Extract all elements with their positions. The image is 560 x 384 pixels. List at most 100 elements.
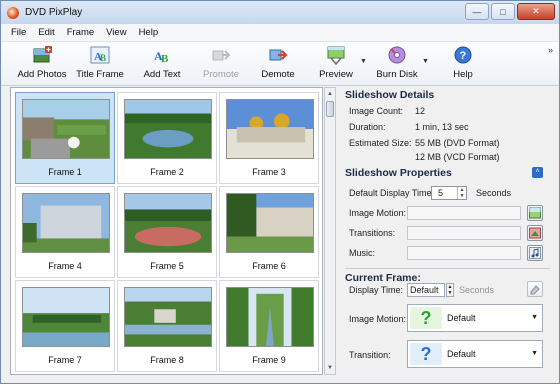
current-image-motion-label: Image Motion:: [349, 314, 407, 324]
frame-tile-3[interactable]: Frame 3: [219, 92, 319, 184]
collapse-icon[interactable]: ˄: [532, 167, 543, 178]
image-count-label: Image Count:: [349, 106, 404, 116]
frame-tile-4[interactable]: Frame 4: [15, 186, 115, 278]
promote-button[interactable]: Promote: [199, 45, 243, 83]
add-photos-button[interactable]: Add Photos: [17, 45, 67, 83]
image-motion-label: Image Motion:: [349, 208, 407, 218]
help-label: Help: [453, 69, 473, 80]
frame-tile-2[interactable]: Frame 2: [117, 92, 217, 184]
preview-dropdown-icon[interactable]: ▼: [360, 58, 367, 65]
current-display-time-spinner-icon[interactable]: ▲ ▼: [446, 283, 454, 297]
frame-label: Frame 3: [252, 167, 286, 177]
disc-icon: [388, 46, 406, 64]
add-text-label: Add Text: [143, 69, 181, 80]
transitions-picker-button[interactable]: [527, 225, 543, 241]
scroll-up-icon[interactable]: ▲: [325, 88, 335, 100]
preview-button[interactable]: Preview: [315, 45, 357, 83]
chevron-down-icon: ▼: [531, 350, 538, 357]
frames-panel: Frame 1 Frame 2 Frame 3 Frame 4 Frame 5 …: [10, 87, 323, 375]
image-motion-field[interactable]: [407, 206, 521, 220]
frame-label: Frame 9: [252, 355, 286, 365]
frame-tile-5[interactable]: Frame 5: [117, 186, 217, 278]
menu-edit[interactable]: Edit: [38, 27, 54, 38]
add-photos-icon: [33, 46, 52, 63]
close-button[interactable]: ✕: [517, 3, 555, 20]
section-divider: [345, 268, 550, 269]
current-display-time-unit: Seconds: [459, 285, 495, 295]
add-photos-label: Add Photos: [17, 69, 67, 80]
duration-value: 1 min, 13 sec: [415, 122, 469, 132]
transitions-label: Transitions:: [349, 228, 396, 238]
frame-label: Frame 5: [150, 261, 184, 271]
scroll-thumb[interactable]: [326, 101, 334, 117]
transition-value: Default: [447, 349, 476, 359]
demote-label: Demote: [261, 69, 295, 80]
menu-file[interactable]: File: [11, 27, 26, 38]
svg-text:B: B: [100, 53, 106, 63]
display-time-spinner[interactable]: 5 ▲ ▼: [431, 186, 467, 200]
music-field[interactable]: [407, 246, 521, 260]
preview-icon: [327, 46, 345, 65]
slideshow-details-title: Slideshow Details: [345, 89, 435, 101]
image-count-value: 12: [415, 106, 426, 116]
transition-dropdown[interactable]: ? Default ▼: [407, 340, 543, 368]
music-icon: [529, 247, 541, 259]
demote-button[interactable]: Demote: [258, 45, 298, 83]
maximize-button[interactable]: □: [491, 3, 515, 20]
frame-thumbnail: [22, 99, 110, 159]
transitions-field[interactable]: [407, 226, 521, 240]
help-button[interactable]: ? Help: [448, 45, 478, 83]
chevron-down-icon: ▼: [531, 314, 538, 321]
burn-disk-button[interactable]: Burn Disk: [374, 45, 420, 83]
menu-view[interactable]: View: [106, 27, 126, 38]
scroll-down-icon[interactable]: ▼: [325, 362, 335, 374]
frames-scrollbar[interactable]: ▲ ▼: [324, 87, 336, 375]
frame-label: Frame 7: [48, 355, 82, 365]
current-transition-label: Transition:: [349, 350, 391, 360]
blue-question-icon: ?: [410, 343, 442, 365]
estimated-size-label: Estimated Size:: [349, 138, 412, 148]
spinner-arrows-icon[interactable]: ▲ ▼: [457, 187, 466, 199]
title-frame-label: Title Frame: [76, 69, 124, 80]
properties-panel: Slideshow Details Image Count: 12 Durati…: [337, 87, 552, 377]
display-time-unit: Seconds: [476, 188, 512, 198]
frame-thumbnail: [22, 193, 110, 253]
image-motion-dropdown[interactable]: ? Default ▼: [407, 304, 543, 332]
frame-thumbnail: [124, 193, 212, 253]
add-text-button[interactable]: AB Add Text: [139, 45, 185, 83]
frame-thumbnail: [226, 193, 314, 253]
eraser-button[interactable]: [527, 281, 543, 297]
frame-tile-9[interactable]: Frame 9: [219, 280, 319, 372]
frame-tile-7[interactable]: Frame 7: [15, 280, 115, 372]
app-window: DVD PixPlay — □ ✕ File Edit Frame View H…: [0, 0, 560, 384]
green-question-icon: ?: [410, 307, 442, 329]
frame-tile-8[interactable]: Frame 8: [117, 280, 217, 372]
frame-tile-1[interactable]: Frame 1: [15, 92, 115, 184]
demote-icon: [269, 49, 288, 61]
menu-help[interactable]: Help: [139, 27, 159, 38]
image-motion-value: Default: [447, 313, 476, 323]
frame-label: Frame 4: [48, 261, 82, 271]
image-icon: [529, 207, 541, 219]
frame-thumbnail: [226, 287, 314, 347]
svg-text:?: ?: [460, 50, 467, 62]
toolbar-overflow-icon[interactable]: »: [548, 45, 553, 55]
transition-icon: [529, 227, 541, 239]
title-frame-button[interactable]: AB Title Frame: [75, 45, 125, 83]
minimize-button[interactable]: —: [465, 3, 489, 20]
slideshow-properties-title: Slideshow Properties: [345, 167, 452, 179]
title-frame-icon: AB: [90, 46, 110, 64]
music-picker-button[interactable]: [527, 245, 543, 261]
default-display-time-label: Default Display Time:: [349, 188, 435, 198]
window-title: DVD PixPlay: [25, 7, 83, 18]
frame-tile-6[interactable]: Frame 6: [219, 186, 319, 278]
app-icon: [7, 6, 19, 19]
svg-text:B: B: [161, 53, 169, 65]
preview-label: Preview: [319, 69, 353, 80]
size-dvd-value: 55 MB (DVD Format): [415, 138, 500, 148]
current-display-time-field[interactable]: Default: [407, 283, 445, 297]
image-motion-picker-button[interactable]: [527, 205, 543, 221]
menu-frame[interactable]: Frame: [67, 27, 94, 38]
display-time-value: 5: [438, 188, 444, 198]
burn-disk-dropdown-icon[interactable]: ▼: [422, 58, 429, 65]
